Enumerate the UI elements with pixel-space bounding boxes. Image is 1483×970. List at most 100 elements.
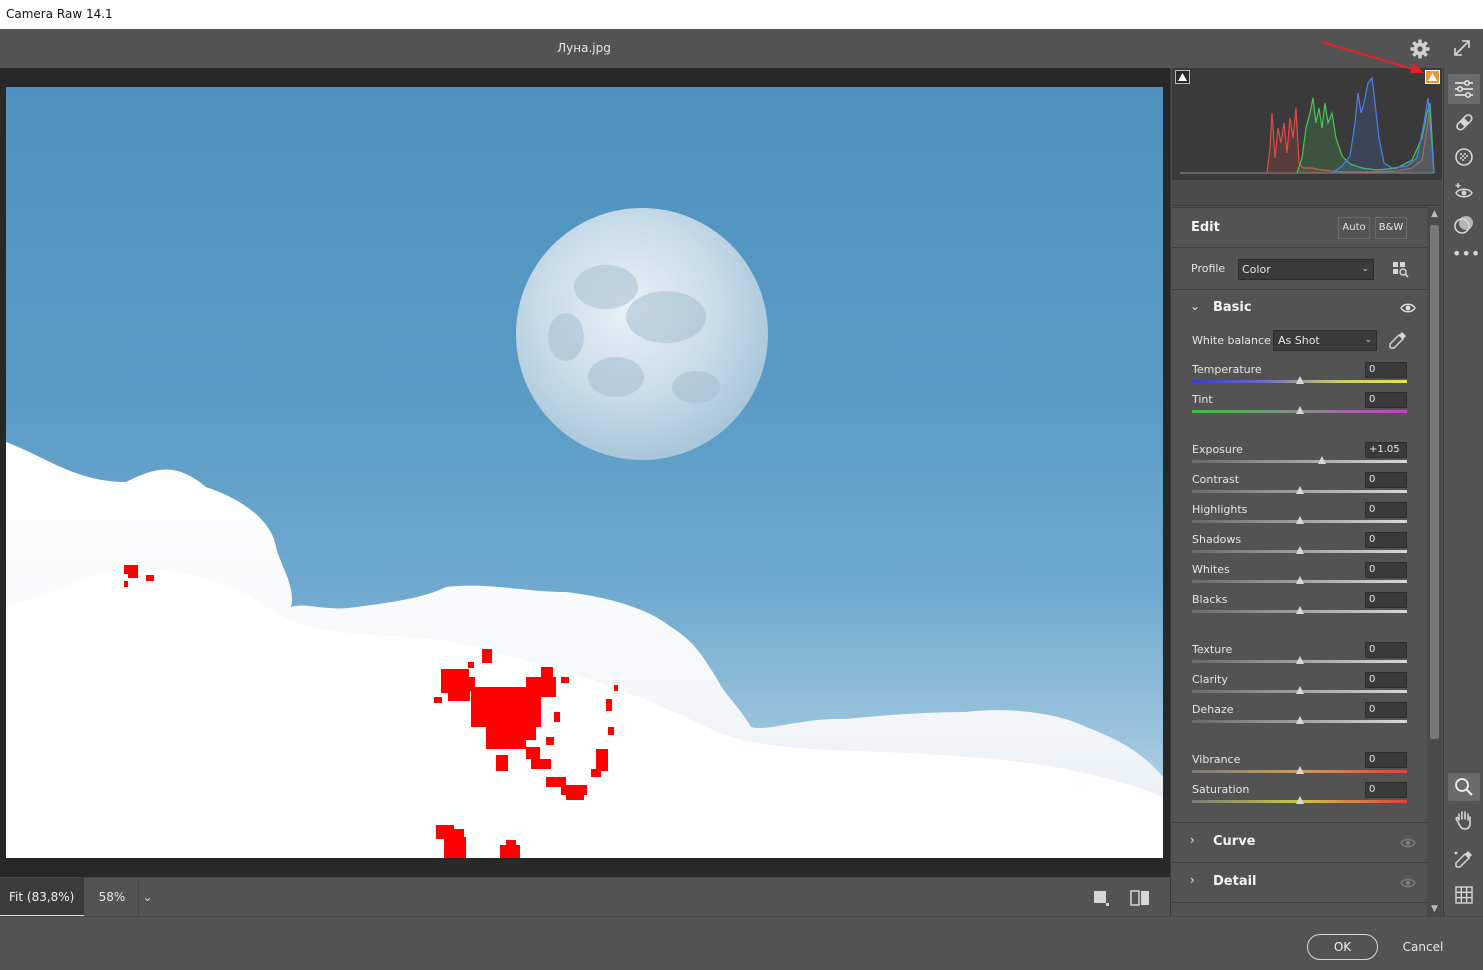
whites-value-input[interactable]: 0: [1365, 562, 1407, 578]
basic-section-header[interactable]: ⌄ Basic: [1172, 289, 1427, 325]
white-balance-select[interactable]: As Shot ⌄: [1273, 330, 1377, 351]
vibrance-slider-thumb[interactable]: [1295, 766, 1304, 774]
dehaze-value-input[interactable]: 0: [1365, 702, 1407, 718]
tool-column: •••: [1443, 68, 1483, 916]
chevron-down-icon: ⌄: [1364, 335, 1372, 345]
shadows-slider-thumb[interactable]: [1295, 546, 1304, 554]
blacks-label: Blacks: [1192, 593, 1228, 606]
panel-scrollbar[interactable]: ▲ ▼: [1427, 207, 1442, 916]
scrollbar-thumb[interactable]: [1430, 225, 1439, 739]
document-title: Луна.jpg: [557, 41, 611, 55]
edit-panel-scroll[interactable]: Edit Auto B&W Profile Color ⌄ ⌄ Basic Wh…: [1172, 207, 1427, 916]
sliders-icon[interactable]: [1448, 74, 1480, 104]
color-sampler-icon[interactable]: [1452, 848, 1476, 872]
histogram: [1172, 68, 1442, 180]
eye-icon[interactable]: [1400, 837, 1416, 849]
chevron-down-icon: ⌄: [1190, 299, 1201, 313]
whites-slider-thumb[interactable]: [1295, 576, 1304, 584]
temperature-label: Temperature: [1192, 363, 1262, 376]
presets-icon[interactable]: [1452, 213, 1476, 237]
whites-label: Whites: [1192, 563, 1230, 576]
more-icon[interactable]: •••: [1452, 244, 1480, 268]
window-title: Camera Raw 14.1: [0, 0, 1483, 29]
chevron-down-icon[interactable]: ⌄: [138, 878, 156, 917]
contrast-value-input[interactable]: 0: [1365, 472, 1407, 488]
cancel-button[interactable]: Cancel: [1392, 934, 1454, 960]
chevron-right-icon: ›: [1190, 833, 1195, 847]
hand-icon[interactable]: [1452, 808, 1476, 832]
grid-icon[interactable]: [1452, 883, 1476, 907]
saturation-value-input[interactable]: 0: [1365, 782, 1407, 798]
mask-icon[interactable]: [1452, 145, 1476, 169]
detail-section-header[interactable]: › Detail: [1172, 862, 1427, 900]
bandage-icon[interactable]: [1452, 110, 1476, 134]
eye-icon[interactable]: [1400, 877, 1416, 889]
shadows-value-input[interactable]: 0: [1365, 532, 1407, 548]
zoom-fit-button[interactable]: Fit (83,8%): [0, 878, 84, 917]
edit-panel: Edit Auto B&W Profile Color ⌄ ⌄ Basic Wh…: [1170, 68, 1443, 916]
red-eye-icon[interactable]: [1452, 180, 1476, 204]
exposure-slider-thumb[interactable]: [1318, 456, 1327, 464]
image-canvas[interactable]: [0, 68, 1170, 877]
highlights-slider-thumb[interactable]: [1295, 516, 1304, 524]
exposure-value-input[interactable]: +1.05: [1365, 442, 1407, 458]
saturation-label: Saturation: [1192, 783, 1250, 796]
exposure-label: Exposure: [1192, 443, 1243, 456]
highlights-label: Highlights: [1192, 503, 1248, 516]
before-after-icon[interactable]: [1129, 888, 1151, 908]
shadows-label: Shadows: [1192, 533, 1242, 546]
edit-header: Edit Auto B&W: [1172, 207, 1427, 247]
temperature-slider-thumb[interactable]: [1295, 376, 1304, 384]
eye-icon[interactable]: [1400, 302, 1416, 314]
blacks-value-input[interactable]: 0: [1365, 592, 1407, 608]
zoom-level[interactable]: 58%: [86, 878, 138, 917]
white-balance-value: As Shot: [1278, 334, 1320, 347]
profile-select-value: Color: [1242, 263, 1271, 276]
photo-preview: [6, 87, 1163, 858]
texture-label: Texture: [1192, 643, 1233, 656]
dialog-footer: OK Cancel: [0, 916, 1483, 970]
tint-value-input[interactable]: 0: [1365, 392, 1407, 408]
contrast-slider-thumb[interactable]: [1295, 486, 1304, 494]
profile-row: Profile Color ⌄: [1172, 247, 1427, 289]
edit-title: Edit: [1191, 220, 1220, 235]
dehaze-slider-thumb[interactable]: [1295, 716, 1304, 724]
auto-button[interactable]: Auto: [1338, 217, 1370, 239]
detail-title: Detail: [1213, 874, 1257, 889]
ok-button[interactable]: OK: [1307, 934, 1378, 960]
curve-section-header[interactable]: › Curve: [1172, 822, 1427, 860]
scroll-down-icon[interactable]: ▼: [1427, 902, 1442, 916]
tint-slider-thumb[interactable]: [1295, 406, 1304, 414]
blacks-slider-thumb[interactable]: [1295, 606, 1304, 614]
next-section-header: [1172, 902, 1427, 916]
document-bar: Луна.jpg: [0, 29, 1443, 68]
clarity-slider-thumb[interactable]: [1295, 686, 1304, 694]
basic-title: Basic: [1213, 300, 1252, 315]
shadow-clipping-warning-icon[interactable]: [1175, 70, 1190, 84]
scroll-up-icon[interactable]: ▲: [1427, 207, 1442, 221]
highlights-value-input[interactable]: 0: [1365, 502, 1407, 518]
eyedropper-icon[interactable]: [1388, 330, 1408, 350]
vibrance-value-input[interactable]: 0: [1365, 752, 1407, 768]
clarity-value-input[interactable]: 0: [1365, 672, 1407, 688]
clarity-label: Clarity: [1192, 673, 1228, 686]
dehaze-label: Dehaze: [1192, 703, 1234, 716]
bw-button[interactable]: B&W: [1375, 217, 1407, 239]
chevron-down-icon: ⌄: [1361, 264, 1369, 274]
curve-title: Curve: [1213, 834, 1256, 849]
texture-slider-thumb[interactable]: [1295, 656, 1304, 664]
profile-browser-icon[interactable]: [1392, 261, 1409, 278]
magnifier-icon[interactable]: [1448, 773, 1480, 801]
single-view-icon[interactable]: [1092, 889, 1110, 907]
contrast-label: Contrast: [1192, 473, 1240, 486]
texture-value-input[interactable]: 0: [1365, 642, 1407, 658]
annotation-arrow: [1321, 41, 1424, 73]
saturation-slider-thumb[interactable]: [1295, 796, 1304, 804]
exposure-slider-track[interactable]: [1192, 460, 1407, 463]
expand-icon[interactable]: [1451, 37, 1473, 59]
tint-label: Tint: [1192, 393, 1213, 406]
profile-label: Profile: [1191, 262, 1226, 275]
histogram-graph: [1180, 76, 1435, 174]
profile-select[interactable]: Color ⌄: [1238, 259, 1374, 280]
temperature-value-input[interactable]: 0: [1365, 362, 1407, 378]
